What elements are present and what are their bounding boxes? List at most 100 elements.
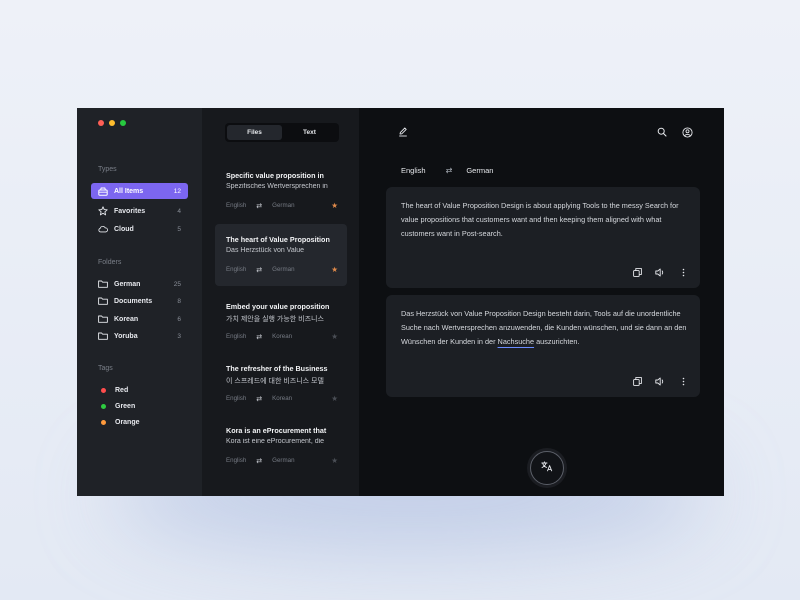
list-item-title: Kora is an eProcurement that	[226, 426, 327, 435]
list-item[interactable]: The heart of Value Proposition Das Herzs…	[215, 224, 347, 286]
sidebar-item-label: Documents	[114, 297, 153, 305]
folder-icon	[98, 331, 108, 341]
target-language: German	[272, 457, 295, 464]
list-item[interactable]: The refresher of the Business 이 스프레드에 대한…	[215, 353, 347, 415]
sidebar-folder-documents[interactable]: Documents 8	[91, 293, 188, 309]
translated-text-part: auszurichten.	[534, 337, 580, 346]
list-item[interactable]: Embed your value proposition 가치 제안을 실행 가…	[215, 291, 347, 353]
favorite-star-icon[interactable]: ★	[331, 201, 338, 210]
translation-pane: English ⇄ German The heart of Value Prop…	[359, 108, 724, 496]
target-language-select[interactable]: German	[466, 166, 493, 175]
target-language: German	[272, 202, 295, 209]
star-icon	[98, 206, 108, 216]
sidebar-item-label: Favorites	[114, 207, 146, 215]
folder-icon	[98, 296, 108, 306]
edit-icon[interactable]	[397, 126, 409, 138]
sidebar-item-label: Red	[115, 386, 129, 394]
list-item[interactable]: Kora is an eProcurement that Kora ist ei…	[215, 415, 347, 477]
folder-icon	[98, 279, 108, 289]
speaker-icon[interactable]	[655, 267, 665, 277]
list-item-subtitle: 이 스프레드에 대한 비즈니스 모델	[226, 378, 324, 385]
sidebar-item-all-items[interactable]: All Items 12	[91, 183, 188, 199]
sidebar-tag-orange[interactable]: Orange	[91, 414, 188, 430]
sidebar-folder-korean[interactable]: Korean 6	[91, 311, 188, 327]
source-language-select[interactable]: English	[401, 166, 426, 175]
search-icon[interactable]	[656, 126, 668, 138]
sidebar-tag-red[interactable]: Red	[91, 382, 188, 398]
sidebar-item-label: Korean	[114, 315, 139, 323]
sidebar-tag-green[interactable]: Green	[91, 398, 188, 414]
target-language: Korean	[272, 395, 293, 402]
source-text[interactable]: The heart of Value Proposition Design is…	[401, 199, 691, 241]
sidebar-item-cloud[interactable]: Cloud 5	[91, 221, 188, 237]
sidebar-item-favorites[interactable]: Favorites 4	[91, 203, 188, 219]
sidebar-item-count: 3	[177, 332, 181, 340]
list-item-subtitle: Spezifisches Wertversprechen in	[226, 183, 328, 190]
list-item-subtitle: Kora ist eine eProcurement, die	[226, 438, 325, 445]
translate-icon	[541, 459, 553, 477]
sidebar-item-label: Green	[115, 402, 136, 410]
source-language: English	[226, 395, 247, 402]
sidebar-item-label: Cloud	[114, 225, 134, 233]
swap-icon: ⇄	[256, 202, 263, 210]
tab-text[interactable]: Text	[282, 125, 337, 140]
sidebar-item-count: 8	[177, 297, 181, 305]
favorite-star-icon[interactable]: ★	[331, 265, 338, 274]
red-tag-dot-icon	[101, 387, 106, 393]
target-panel-tools	[632, 376, 688, 386]
sidebar-item-count: 12	[173, 187, 181, 195]
target-language: German	[272, 266, 295, 273]
list-item[interactable]: Specific value proposition in Spezifisch…	[215, 160, 347, 222]
source-language: English	[226, 457, 247, 464]
source-language: English	[226, 266, 247, 273]
list-item-title: The refresher of the Business	[226, 364, 328, 373]
list-item-meta: English ⇄ German ★	[226, 201, 338, 210]
sidebar-item-count: 25	[173, 280, 181, 288]
sidebar-item-label: Orange	[115, 418, 140, 426]
list-item-title: Specific value proposition in	[226, 171, 324, 180]
target-language: Korean	[272, 333, 293, 340]
favorite-star-icon[interactable]: ★	[331, 394, 338, 403]
close-window-button[interactable]	[98, 120, 104, 126]
green-tag-dot-icon	[101, 403, 106, 409]
sidebar-item-label: German	[114, 280, 141, 288]
list-item-meta: English ⇄ Korean ★	[226, 332, 338, 341]
source-panel-tools	[632, 267, 688, 277]
favorite-star-icon[interactable]: ★	[331, 456, 338, 465]
traffic-lights	[98, 120, 126, 126]
tags-section-title: Tags	[98, 365, 113, 372]
list-item-meta: English ⇄ German ★	[226, 265, 338, 274]
speaker-icon[interactable]	[655, 376, 665, 386]
minimize-window-button[interactable]	[109, 120, 115, 126]
sidebar-item-count: 5	[177, 225, 181, 233]
translate-button[interactable]	[530, 451, 564, 485]
copy-icon[interactable]	[632, 376, 642, 386]
swap-icon: ⇄	[256, 333, 263, 341]
document-list: Files Text Specific value proposition in…	[202, 108, 359, 496]
folders-section-title: Folders	[98, 259, 122, 266]
user-account-icon[interactable]	[681, 126, 693, 138]
swap-languages-icon[interactable]: ⇄	[446, 166, 453, 175]
swap-icon: ⇄	[256, 457, 263, 465]
tab-files[interactable]: Files	[227, 125, 282, 140]
orange-tag-dot-icon	[101, 419, 106, 425]
sidebar-item-label: All Items	[114, 187, 144, 195]
app-window: Types All Items 12 Favorites 4 Cloud 5 F…	[77, 108, 724, 496]
more-options-icon[interactable]	[678, 267, 688, 277]
zoom-window-button[interactable]	[120, 120, 126, 126]
sidebar-folder-yoruba[interactable]: Yoruba 3	[91, 328, 188, 344]
list-item-meta: English ⇄ Korean ★	[226, 394, 338, 403]
sidebar: Types All Items 12 Favorites 4 Cloud 5 F…	[77, 108, 202, 496]
sidebar-folder-german[interactable]: German 25	[91, 276, 188, 292]
translated-text[interactable]: Das Herzstück von Value Proposition Desi…	[401, 307, 691, 349]
source-language: English	[226, 202, 247, 209]
copy-icon[interactable]	[632, 267, 642, 277]
more-options-icon[interactable]	[678, 376, 688, 386]
favorite-star-icon[interactable]: ★	[331, 332, 338, 341]
types-section-title: Types	[98, 166, 117, 173]
highlighted-word[interactable]: Nachsuche	[498, 337, 535, 346]
folder-icon	[98, 314, 108, 324]
source-language: English	[226, 333, 247, 340]
list-item-subtitle: Das Herzstück von Value	[226, 247, 305, 254]
sidebar-item-label: Yoruba	[114, 332, 138, 340]
